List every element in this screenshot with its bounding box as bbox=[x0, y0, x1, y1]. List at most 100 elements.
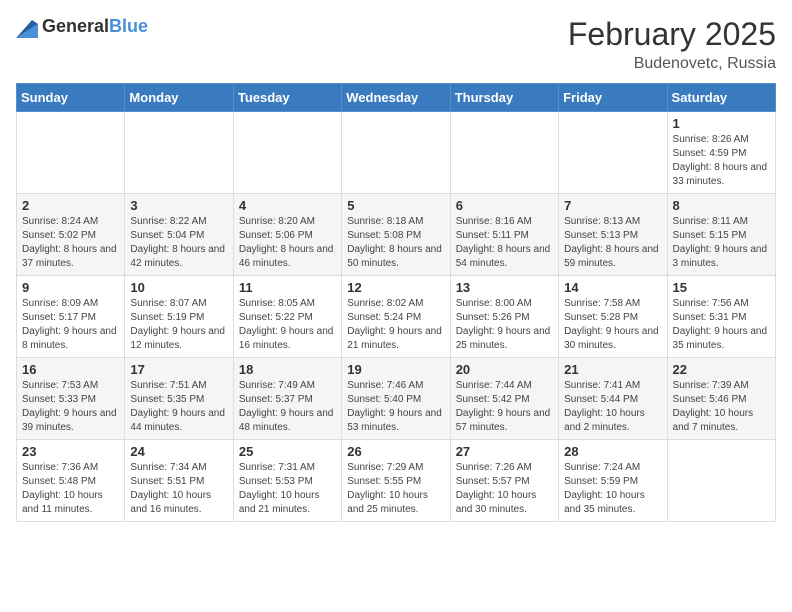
calendar-subtitle: Budenovetc, Russia bbox=[568, 55, 776, 73]
day-info: Sunrise: 7:49 AM Sunset: 5:37 PM Dayligh… bbox=[239, 379, 336, 435]
day-number: 25 bbox=[239, 444, 336, 459]
calendar-cell: 3 Sunrise: 8:22 AM Sunset: 5:04 PM Daylig… bbox=[125, 194, 233, 276]
day-number: 28 bbox=[564, 444, 661, 459]
day-info: Sunrise: 7:44 AM Sunset: 5:42 PM Dayligh… bbox=[456, 379, 553, 435]
header-sunday: Sunday bbox=[17, 84, 125, 112]
week-row-0: 1Sunrise: 8:26 AM Sunset: 4:59 PM Daylig… bbox=[17, 112, 776, 194]
day-number: 22 bbox=[673, 362, 770, 377]
calendar-cell: 5 Sunrise: 8:18 AM Sunset: 5:08 PM Daylig… bbox=[342, 194, 450, 276]
day-number: 11 bbox=[239, 280, 336, 295]
day-info: Sunrise: 8:00 AM Sunset: 5:26 PM Dayligh… bbox=[456, 297, 553, 353]
calendar-cell: 18 Sunrise: 7:49 AM Sunset: 5:37 PM Dayli… bbox=[233, 358, 341, 440]
week-row-1: 2 Sunrise: 8:24 AM Sunset: 5:02 PM Daylig… bbox=[17, 194, 776, 276]
header-monday: Monday bbox=[125, 84, 233, 112]
day-info: Sunrise: 8:22 AM Sunset: 5:04 PM Dayligh… bbox=[130, 215, 227, 271]
logo: GeneralBlue bbox=[16, 16, 148, 38]
calendar-cell bbox=[667, 440, 775, 522]
calendar-cell: 21 Sunrise: 7:41 AM Sunset: 5:44 PM Dayli… bbox=[559, 358, 667, 440]
calendar-cell: 12 Sunrise: 8:02 AM Sunset: 5:24 PM Dayli… bbox=[342, 276, 450, 358]
calendar-cell: 17Sunrise: 7:51 AM Sunset: 5:35 PM Dayli… bbox=[125, 358, 233, 440]
day-number: 9 bbox=[22, 280, 119, 295]
day-info: Sunrise: 7:26 AM Sunset: 5:57 PM Dayligh… bbox=[456, 461, 553, 517]
calendar-cell: 27 Sunrise: 7:26 AM Sunset: 5:57 PM Dayli… bbox=[450, 440, 558, 522]
calendar-cell bbox=[450, 112, 558, 194]
day-info: Sunrise: 7:58 AM Sunset: 5:28 PM Dayligh… bbox=[564, 297, 661, 353]
day-number: 19 bbox=[347, 362, 444, 377]
day-number: 15 bbox=[673, 280, 770, 295]
day-number: 21 bbox=[564, 362, 661, 377]
day-info: Sunrise: 7:29 AM Sunset: 5:55 PM Dayligh… bbox=[347, 461, 444, 517]
day-number: 13 bbox=[456, 280, 553, 295]
calendar-cell: 8 Sunrise: 8:11 AM Sunset: 5:15 PM Daylig… bbox=[667, 194, 775, 276]
day-info: Sunrise: 8:24 AM Sunset: 5:02 PM Dayligh… bbox=[22, 215, 119, 271]
calendar-header-row: SundayMondayTuesdayWednesdayThursdayFrid… bbox=[17, 84, 776, 112]
header: GeneralBlue February 2025 Budenovetc, Ru… bbox=[16, 16, 776, 73]
day-info: Sunrise: 7:24 AM Sunset: 5:59 PM Dayligh… bbox=[564, 461, 661, 517]
week-row-2: 9Sunrise: 8:09 AM Sunset: 5:17 PM Daylig… bbox=[17, 276, 776, 358]
calendar-cell bbox=[125, 112, 233, 194]
day-info: Sunrise: 8:26 AM Sunset: 4:59 PM Dayligh… bbox=[673, 133, 770, 189]
day-number: 23 bbox=[22, 444, 119, 459]
day-number: 16 bbox=[22, 362, 119, 377]
day-number: 5 bbox=[347, 198, 444, 213]
calendar-cell: 2 Sunrise: 8:24 AM Sunset: 5:02 PM Daylig… bbox=[17, 194, 125, 276]
title-area: February 2025 Budenovetc, Russia bbox=[568, 16, 776, 73]
calendar-cell: 10Sunrise: 8:07 AM Sunset: 5:19 PM Dayli… bbox=[125, 276, 233, 358]
week-row-3: 16 Sunrise: 7:53 AM Sunset: 5:33 PM Dayli… bbox=[17, 358, 776, 440]
day-number: 12 bbox=[347, 280, 444, 295]
calendar-cell bbox=[233, 112, 341, 194]
day-info: Sunrise: 7:51 AM Sunset: 5:35 PM Dayligh… bbox=[130, 379, 227, 435]
calendar-cell bbox=[342, 112, 450, 194]
header-thursday: Thursday bbox=[450, 84, 558, 112]
day-number: 4 bbox=[239, 198, 336, 213]
calendar-cell: 22 Sunrise: 7:39 AM Sunset: 5:46 PM Dayli… bbox=[667, 358, 775, 440]
calendar-title: February 2025 bbox=[568, 16, 776, 53]
day-info: Sunrise: 8:11 AM Sunset: 5:15 PM Dayligh… bbox=[673, 215, 770, 271]
calendar-cell: 9Sunrise: 8:09 AM Sunset: 5:17 PM Daylig… bbox=[17, 276, 125, 358]
calendar-cell: 23 Sunrise: 7:36 AM Sunset: 5:48 PM Dayli… bbox=[17, 440, 125, 522]
calendar-cell: 26 Sunrise: 7:29 AM Sunset: 5:55 PM Dayli… bbox=[342, 440, 450, 522]
calendar-cell: 15 Sunrise: 7:56 AM Sunset: 5:31 PM Dayli… bbox=[667, 276, 775, 358]
header-tuesday: Tuesday bbox=[233, 84, 341, 112]
calendar-table: SundayMondayTuesdayWednesdayThursdayFrid… bbox=[16, 83, 776, 522]
day-info: Sunrise: 7:46 AM Sunset: 5:40 PM Dayligh… bbox=[347, 379, 444, 435]
calendar-cell: 7Sunrise: 8:13 AM Sunset: 5:13 PM Daylig… bbox=[559, 194, 667, 276]
day-number: 20 bbox=[456, 362, 553, 377]
day-number: 14 bbox=[564, 280, 661, 295]
day-number: 8 bbox=[673, 198, 770, 213]
calendar-cell: 25 Sunrise: 7:31 AM Sunset: 5:53 PM Dayli… bbox=[233, 440, 341, 522]
logo-icon bbox=[16, 16, 38, 38]
week-row-4: 23 Sunrise: 7:36 AM Sunset: 5:48 PM Dayli… bbox=[17, 440, 776, 522]
header-wednesday: Wednesday bbox=[342, 84, 450, 112]
calendar-cell: 11Sunrise: 8:05 AM Sunset: 5:22 PM Dayli… bbox=[233, 276, 341, 358]
day-info: Sunrise: 7:36 AM Sunset: 5:48 PM Dayligh… bbox=[22, 461, 119, 517]
day-info: Sunrise: 7:53 AM Sunset: 5:33 PM Dayligh… bbox=[22, 379, 119, 435]
calendar-cell: 28 Sunrise: 7:24 AM Sunset: 5:59 PM Dayli… bbox=[559, 440, 667, 522]
day-info: Sunrise: 7:34 AM Sunset: 5:51 PM Dayligh… bbox=[130, 461, 227, 517]
day-number: 3 bbox=[130, 198, 227, 213]
day-info: Sunrise: 8:20 AM Sunset: 5:06 PM Dayligh… bbox=[239, 215, 336, 271]
day-number: 24 bbox=[130, 444, 227, 459]
day-info: Sunrise: 7:41 AM Sunset: 5:44 PM Dayligh… bbox=[564, 379, 661, 435]
calendar-cell: 4 Sunrise: 8:20 AM Sunset: 5:06 PM Daylig… bbox=[233, 194, 341, 276]
day-number: 6 bbox=[456, 198, 553, 213]
day-info: Sunrise: 8:02 AM Sunset: 5:24 PM Dayligh… bbox=[347, 297, 444, 353]
header-saturday: Saturday bbox=[667, 84, 775, 112]
day-number: 26 bbox=[347, 444, 444, 459]
calendar-cell: 1Sunrise: 8:26 AM Sunset: 4:59 PM Daylig… bbox=[667, 112, 775, 194]
calendar-cell: 14 Sunrise: 7:58 AM Sunset: 5:28 PM Dayli… bbox=[559, 276, 667, 358]
calendar-cell bbox=[559, 112, 667, 194]
day-info: Sunrise: 7:31 AM Sunset: 5:53 PM Dayligh… bbox=[239, 461, 336, 517]
calendar-cell: 6 Sunrise: 8:16 AM Sunset: 5:11 PM Daylig… bbox=[450, 194, 558, 276]
day-info: Sunrise: 7:39 AM Sunset: 5:46 PM Dayligh… bbox=[673, 379, 770, 435]
calendar-cell: 19 Sunrise: 7:46 AM Sunset: 5:40 PM Dayli… bbox=[342, 358, 450, 440]
day-number: 27 bbox=[456, 444, 553, 459]
day-info: Sunrise: 7:56 AM Sunset: 5:31 PM Dayligh… bbox=[673, 297, 770, 353]
day-info: Sunrise: 8:16 AM Sunset: 5:11 PM Dayligh… bbox=[456, 215, 553, 271]
day-info: Sunrise: 8:18 AM Sunset: 5:08 PM Dayligh… bbox=[347, 215, 444, 271]
day-number: 18 bbox=[239, 362, 336, 377]
day-number: 10 bbox=[130, 280, 227, 295]
day-number: 2 bbox=[22, 198, 119, 213]
header-friday: Friday bbox=[559, 84, 667, 112]
logo-general: GeneralBlue bbox=[42, 17, 148, 37]
